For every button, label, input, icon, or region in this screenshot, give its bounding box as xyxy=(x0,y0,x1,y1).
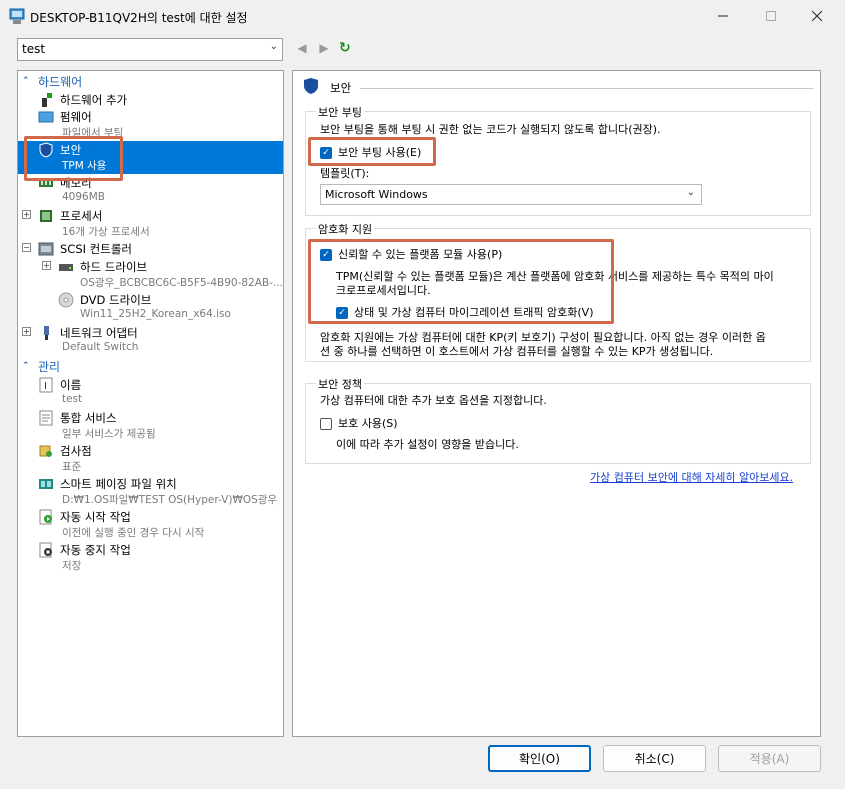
hardware-section-header[interactable]: ⌃ 하드웨어 xyxy=(18,73,283,89)
tree-item-smart-paging[interactable]: 스마트 페이징 파일 위치 D:₩1.OS파일₩TEST OS(Hyper-V)… xyxy=(18,475,283,508)
secure-boot-group-title: 보안 부팅 xyxy=(316,104,364,120)
network-adapter-icon xyxy=(44,326,49,340)
tree-item-automatic-stop[interactable]: 자동 중지 작업 저장 xyxy=(18,541,283,574)
memory-icon xyxy=(39,179,53,187)
tree-item-processor[interactable]: + 프로세서 16개 가상 프로세서 xyxy=(18,207,283,240)
policy-note: 이에 따라 추가 설정이 영향을 받습니다. xyxy=(336,438,519,451)
firmware-icon xyxy=(38,111,54,123)
svg-text:I: I xyxy=(44,381,47,392)
close-icon xyxy=(812,11,822,21)
tree-item-security[interactable]: 보안 TPM 사용 xyxy=(18,141,283,174)
automatic-start-icon xyxy=(39,509,52,525)
chevron-down-icon: ⌄ xyxy=(269,41,278,52)
apply-button[interactable]: 적용(A) xyxy=(718,745,821,772)
name-icon: I xyxy=(39,377,53,393)
management-section-header[interactable]: ⌃ 관리 xyxy=(18,358,283,374)
tree-item-dvd-drive[interactable]: DVD 드라이브 Win11_25H2_Korean_x64.iso xyxy=(18,291,283,324)
dvd-drive-icon xyxy=(58,292,74,308)
automatic-stop-icon xyxy=(39,542,52,558)
scsi-controller-icon xyxy=(38,242,54,256)
checkbox-checked-icon[interactable]: ✓ xyxy=(320,249,332,261)
maximize-icon xyxy=(766,11,776,21)
expand-icon[interactable]: + xyxy=(42,261,51,270)
settings-tree: ⌃ 하드웨어 하드웨어 추가 펌웨어 파일에서 부팅 보안 TPM 사용 메모리… xyxy=(17,70,284,737)
encryption-group-title: 암호화 지원 xyxy=(316,221,375,237)
tree-item-hard-drive[interactable]: + 하드 드라이브 OS광우_BCBCBC6C-B5F5-4B90-82AB-.… xyxy=(18,258,283,291)
tree-item-integration-services[interactable]: 통합 서비스 일부 서비스가 제공됨 xyxy=(18,409,283,442)
minimize-button[interactable] xyxy=(700,0,746,32)
window-title: DESKTOP-B11QV2H의 test에 대한 설정 xyxy=(30,11,248,25)
tree-item-checkpoints[interactable]: 검사점 표준 xyxy=(18,442,283,475)
migration-checkbox-label: 상태 및 가상 컴퓨터 마이그레이션 트래픽 암호화(V) xyxy=(354,306,594,319)
ok-button[interactable]: 확인(O) xyxy=(488,745,591,772)
expand-icon[interactable]: + xyxy=(22,210,31,219)
checkbox-checked-icon[interactable]: ✓ xyxy=(320,147,332,159)
smart-paging-icon xyxy=(39,479,53,489)
security-panel: 보안 보안 부팅 보안 부팅을 통해 부팅 시 권한 없는 코드가 실행되지 않… xyxy=(292,70,821,737)
secure-boot-checkbox-label: 보안 부팅 사용(E) xyxy=(338,146,422,159)
maximize-button[interactable] xyxy=(748,0,794,32)
chevron-down-icon: ⌄ xyxy=(686,187,695,198)
checkpoint-icon xyxy=(39,445,52,457)
tpm-description-line1: TPM(신뢰할 수 있는 플랫폼 모듈)은 계산 플랫폼에 암호화 서비스를 제… xyxy=(336,270,774,283)
collapse-icon[interactable]: − xyxy=(22,243,31,252)
tree-item-firmware[interactable]: 펌웨어 파일에서 부팅 xyxy=(18,108,283,141)
tpm-description-line2: 크로프로세서입니다. xyxy=(336,284,431,297)
collapse-icon: ⌃ xyxy=(22,361,30,371)
add-hardware-icon xyxy=(42,93,52,107)
hard-drive-icon xyxy=(59,264,73,271)
learn-more-link[interactable]: 가상 컴퓨터 보안에 대해 자세히 알아보세요. xyxy=(590,469,793,485)
title-bar: DESKTOP-B11QV2H의 test에 대한 설정 xyxy=(0,0,845,34)
shield-icon xyxy=(39,142,53,158)
tree-item-network-adapter[interactable]: + 네트워크 어댑터 Default Switch xyxy=(18,324,283,357)
tree-item-memory[interactable]: 메모리 4096MB xyxy=(18,174,283,207)
processor-icon xyxy=(40,210,52,222)
checkbox-checked-icon[interactable]: ✓ xyxy=(336,307,348,319)
header-divider xyxy=(360,88,813,89)
vm-select[interactable]: test ⌄ xyxy=(17,38,283,61)
vm-select-value: test xyxy=(22,42,46,56)
secure-boot-description: 보안 부팅을 통해 부팅 시 권한 없는 코드가 실행되지 않도록 합니다(권장… xyxy=(320,123,661,136)
forward-icon[interactable]: ▶ xyxy=(317,41,331,55)
integration-services-icon xyxy=(39,410,53,426)
panel-header: 보안 xyxy=(303,76,813,96)
template-select-value: Microsoft Windows xyxy=(325,188,428,201)
tpm-checkbox-label: 신뢰할 수 있는 플랫폼 모듈 사용(P) xyxy=(338,248,503,261)
checkbox-unchecked-icon[interactable] xyxy=(320,418,332,430)
encryption-support-group: 암호화 지원 ✓ 신뢰할 수 있는 플랫폼 모듈 사용(P) TPM(신뢰할 수… xyxy=(305,221,811,362)
hyper-v-settings-icon xyxy=(9,8,25,24)
cancel-button[interactable]: 취소(C) xyxy=(603,745,706,772)
encryption-note-line2: 션 중 하나를 선택하면 이 호스트에서 가상 컴퓨터를 실행할 수 있는 KP… xyxy=(320,345,714,358)
back-icon[interactable]: ◀ xyxy=(295,41,309,55)
collapse-icon: ⌃ xyxy=(22,76,30,86)
policy-description: 가상 컴퓨터에 대한 추가 보호 옵션을 지정합니다. xyxy=(320,394,547,407)
expand-icon[interactable]: + xyxy=(22,327,31,336)
panel-title: 보안 xyxy=(330,81,352,95)
close-button[interactable] xyxy=(794,0,840,32)
template-select[interactable]: Microsoft Windows ⌄ xyxy=(320,184,702,205)
shielding-checkbox-label: 보호 사용(S) xyxy=(338,417,398,430)
template-label: 템플릿(T): xyxy=(320,167,370,180)
security-policy-group: 보안 정책 가상 컴퓨터에 대한 추가 보호 옵션을 지정합니다. 보호 사용(… xyxy=(305,376,811,464)
refresh-icon[interactable]: ↻ xyxy=(339,40,351,56)
shield-icon xyxy=(304,78,318,94)
minimize-icon xyxy=(718,15,728,17)
secure-boot-group: 보안 부팅 보안 부팅을 통해 부팅 시 권한 없는 코드가 실행되지 않도록 … xyxy=(305,104,811,216)
policy-group-title: 보안 정책 xyxy=(316,376,364,392)
encryption-note-line1: 암호화 지원에는 가상 컴퓨터에 대한 KP(키 보호기) 구성이 필요합니다.… xyxy=(320,331,766,344)
tree-item-automatic-start[interactable]: 자동 시작 작업 이전에 실행 중인 경우 다시 시작 xyxy=(18,508,283,541)
tree-item-name[interactable]: I 이름 test xyxy=(18,376,283,409)
